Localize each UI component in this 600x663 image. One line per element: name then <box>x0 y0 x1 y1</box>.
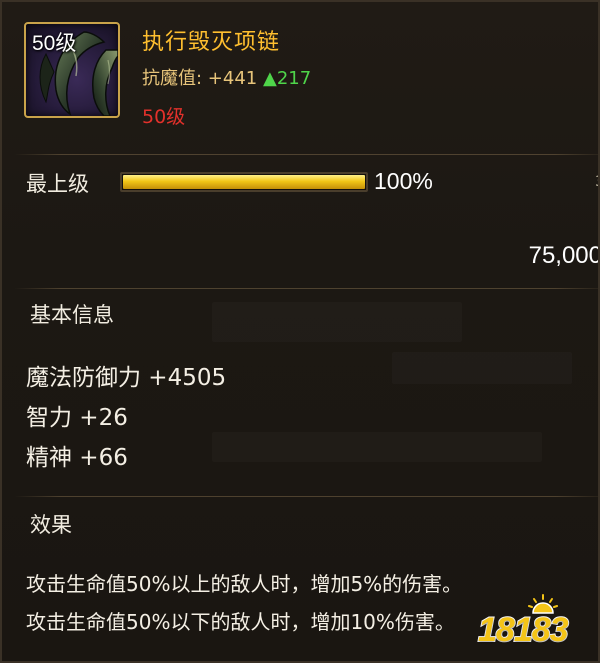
attribute-spirit: 精神 +66 <box>26 445 128 471</box>
item-price: 75,000 <box>528 242 600 269</box>
stat-label: 抗魔值: <box>142 68 208 89</box>
effects-title: 效果 <box>30 513 72 537</box>
divider <box>14 154 598 155</box>
site-watermark: 18183 <box>477 593 590 657</box>
stat-upgrade-arrow-icon: ▲ <box>262 68 277 89</box>
basic-info-title: 基本信息 <box>30 303 114 327</box>
stat-upgrade-value: 217 <box>276 68 312 89</box>
background-ghost-panel <box>392 352 572 384</box>
upgrade-progress-bar <box>120 172 368 192</box>
attribute-intelligence: 智力 +26 <box>26 405 128 431</box>
required-level: 50级 <box>142 106 186 128</box>
item-name: 执行毁灭项链 <box>142 30 281 55</box>
upgrade-grade-label: 最上级 <box>26 172 89 196</box>
stat-base-value: +441 <box>207 68 258 89</box>
item-tooltip: 50级 执行毁灭项链 抗魔值: +441 ▲217 50级 最上级 100% 3… <box>0 0 600 663</box>
background-ghost-panel <box>212 302 462 342</box>
item-icon-slot[interactable]: 50级 <box>24 22 120 118</box>
magic-resist-stat: 抗魔值: +441 ▲217 <box>142 64 311 90</box>
background-ghost-panel <box>212 432 542 462</box>
effect-line: 攻击生命值50%以下的敌人时，增加10%伤害。 <box>26 610 455 634</box>
edge-mark: 3 <box>595 174 598 190</box>
icon-level-badge: 50级 <box>32 32 77 55</box>
upgrade-progress-percent: 100% <box>374 168 433 194</box>
upgrade-progress-fill <box>123 175 365 189</box>
effect-line: 攻击生命值50%以上的敌人时，增加5%的伤害。 <box>26 572 463 596</box>
divider <box>14 496 598 497</box>
watermark-text: 18183 <box>477 610 570 650</box>
attribute-magic-defense: 魔法防御力 +4505 <box>26 365 227 391</box>
divider <box>14 288 598 289</box>
